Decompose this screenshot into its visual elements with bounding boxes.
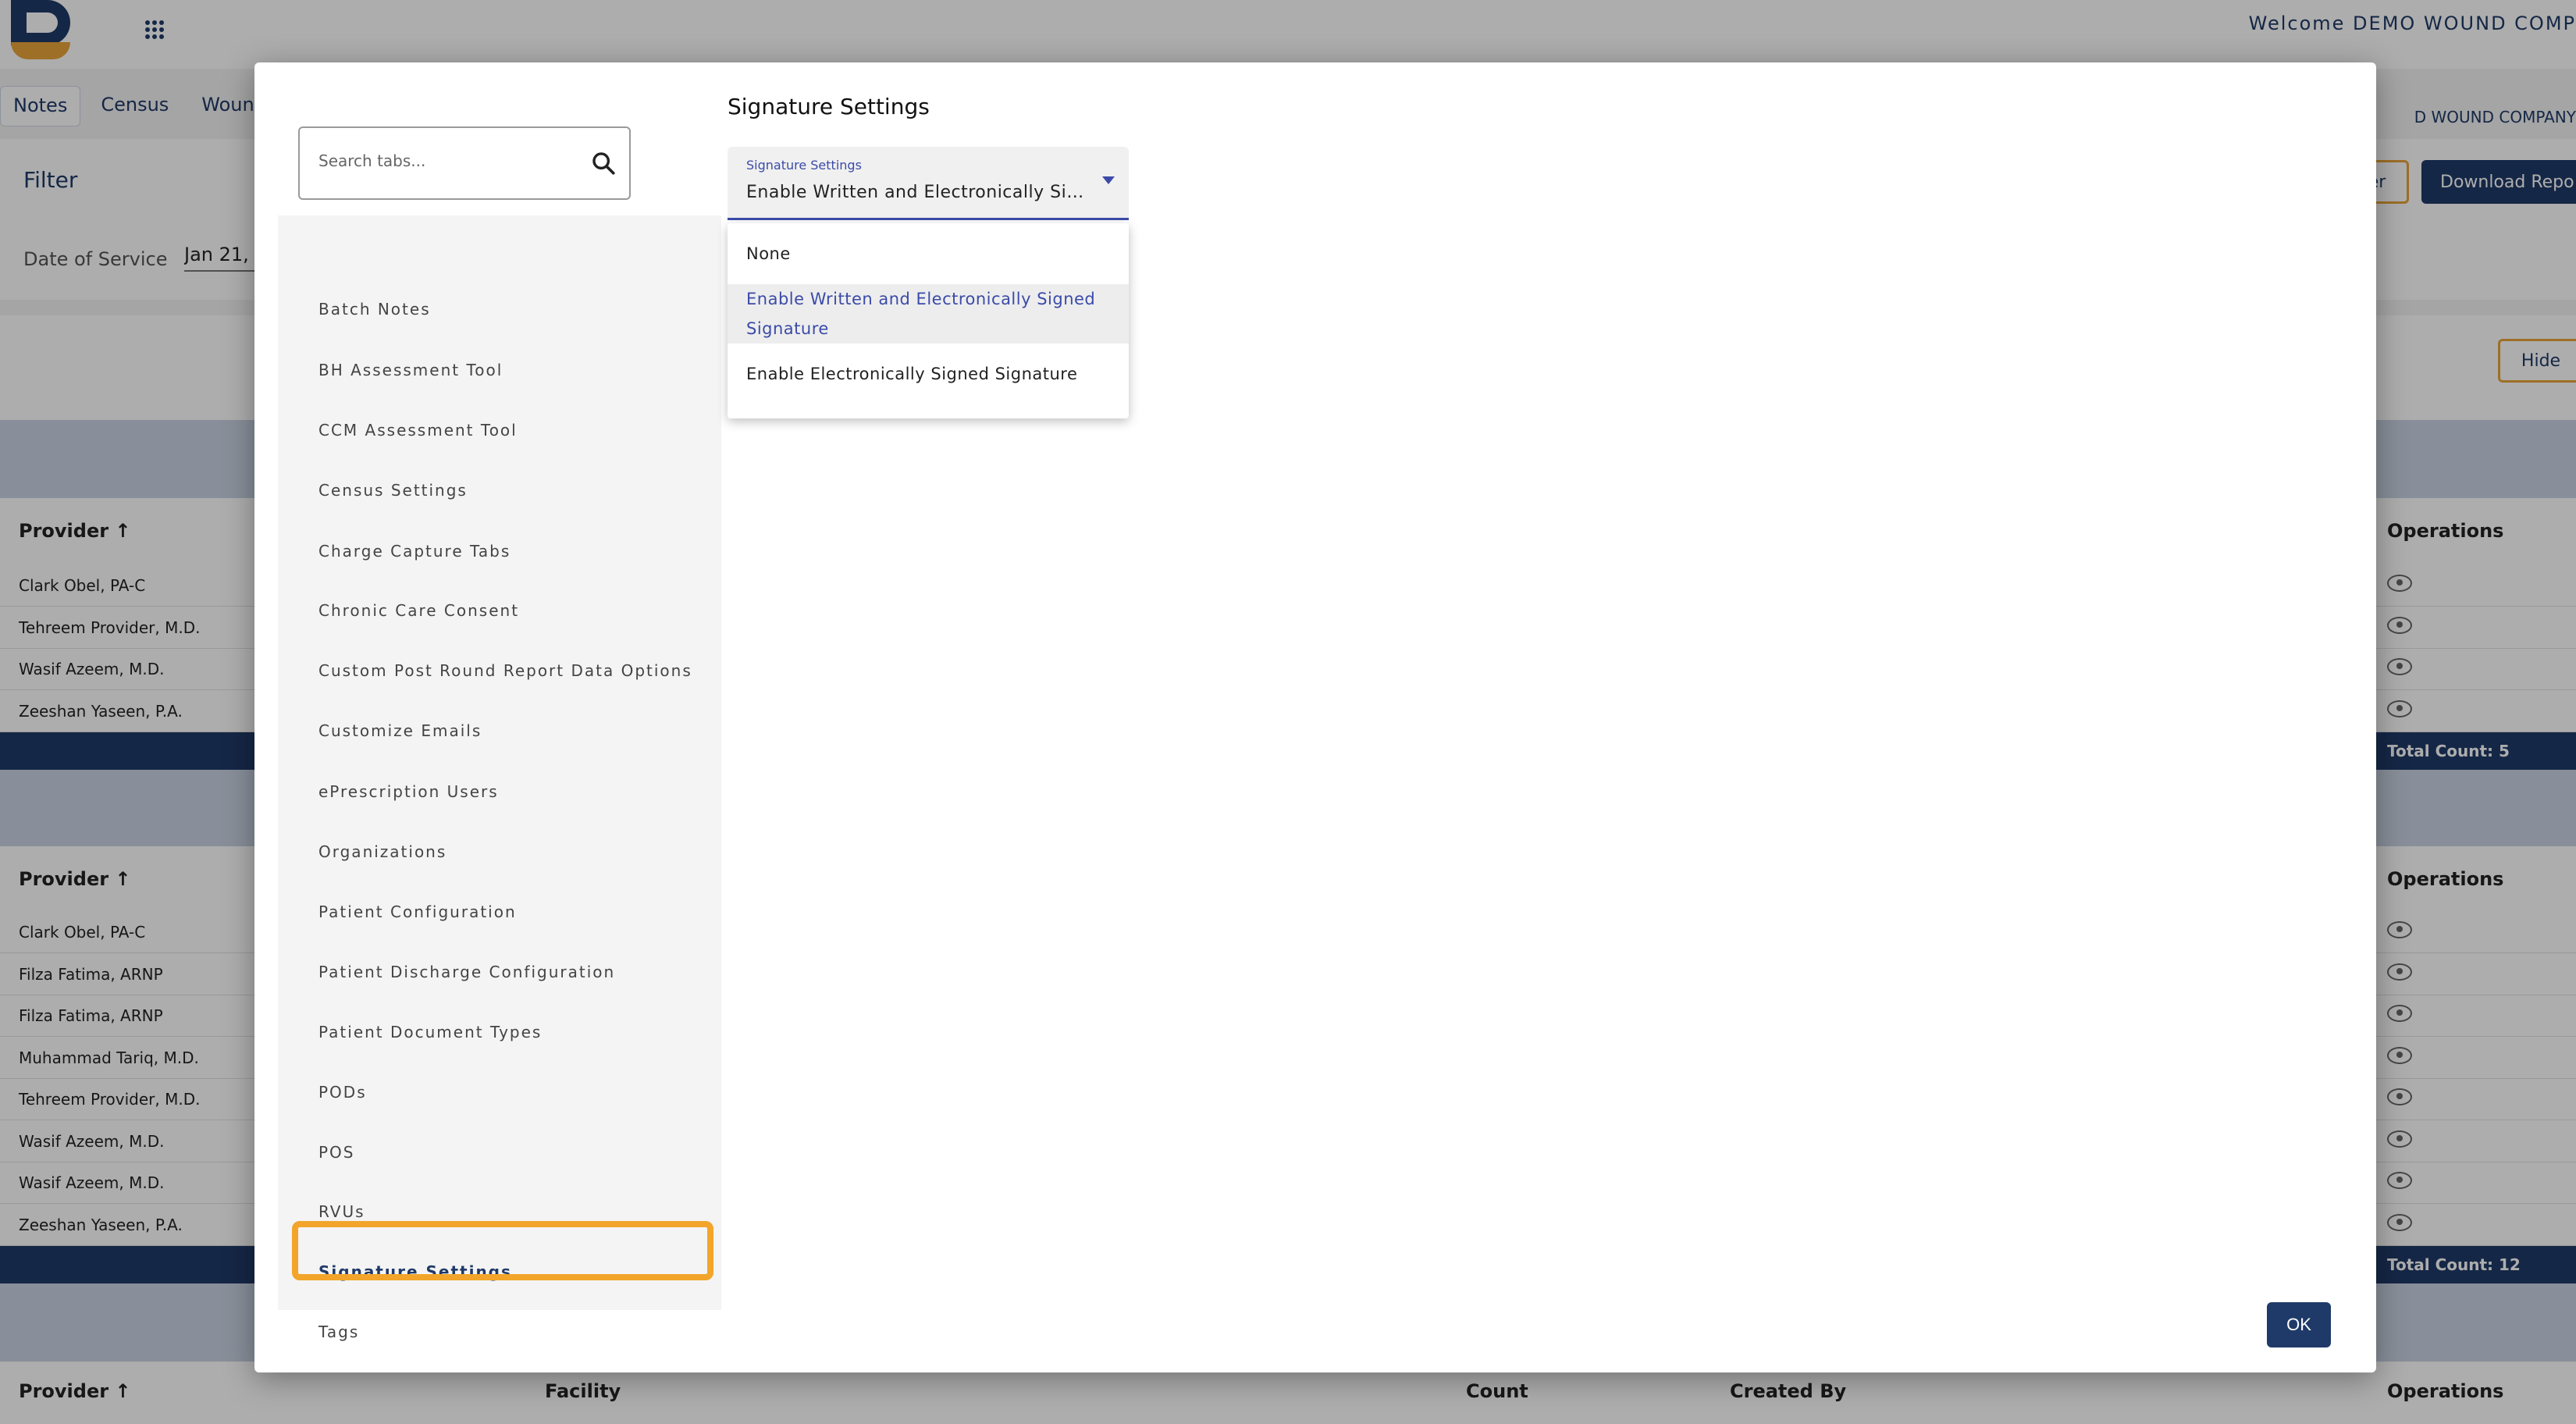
active-tab-highlight — [292, 1221, 713, 1280]
settings-tab-organizations[interactable]: Organizations — [318, 842, 447, 861]
settings-tab-patient-document-types[interactable]: Patient Document Types — [318, 1023, 542, 1041]
settings-tab-batch-notes[interactable]: Batch Notes — [318, 300, 431, 319]
settings-tab-charge-capture-tabs[interactable]: Charge Capture Tabs — [318, 542, 511, 561]
option-line-2: Signature — [746, 319, 829, 338]
select-value: Enable Written and Electronically Signed… — [746, 183, 1090, 202]
settings-tab-pos[interactable]: POS — [318, 1143, 355, 1162]
option-electronic-only[interactable]: Enable Electronically Signed Signature — [728, 359, 1129, 389]
settings-tab-tags[interactable]: Tags — [318, 1323, 359, 1341]
search-box — [298, 126, 631, 200]
option-none[interactable]: None — [728, 239, 1129, 269]
settings-tab-patient-discharge-configuration[interactable]: Patient Discharge Configuration — [318, 963, 615, 981]
select-label: Signature Settings — [746, 158, 862, 173]
settings-modal: Batch Notes BH Assessment Tool CCM Assessm… — [254, 62, 2376, 1372]
settings-tab-custom-post-round-report-data-options[interactable]: Custom Post Round Report Data Options — [318, 661, 692, 680]
option-line-1: Enable Written and Electronically Signed — [746, 290, 1096, 308]
settings-tab-eprescription-users[interactable]: ePrescription Users — [318, 782, 499, 801]
settings-tab-rvus[interactable]: RVUs — [318, 1202, 365, 1221]
select-options-panel: None Enable Written and Electronically S… — [728, 223, 1129, 418]
settings-tab-patient-configuration[interactable]: Patient Configuration — [318, 902, 517, 921]
settings-sidebar: Batch Notes BH Assessment Tool CCM Assessm… — [278, 86, 721, 1341]
search-icon[interactable] — [590, 150, 617, 176]
option-written-and-electronic[interactable]: Enable Written and Electronically Signed… — [728, 284, 1129, 344]
settings-tab-ccm-assessment-tool[interactable]: CCM Assessment Tool — [318, 421, 518, 440]
settings-tab-census-settings[interactable]: Census Settings — [318, 481, 468, 500]
settings-tab-list: Batch Notes BH Assessment Tool CCM Assessm… — [278, 215, 721, 1341]
ok-button[interactable]: OK — [2267, 1302, 2331, 1347]
content-title: Signature Settings — [728, 94, 930, 119]
search-wrapper — [278, 86, 651, 200]
signature-settings-select[interactable]: Signature Settings Enable Written and El… — [728, 147, 1129, 220]
settings-tab-bh-assessment-tool[interactable]: BH Assessment Tool — [318, 361, 503, 379]
settings-tab-pods[interactable]: PODs — [318, 1083, 367, 1102]
settings-tab-customize-emails[interactable]: Customize Emails — [318, 721, 482, 740]
settings-tab-chronic-care-consent[interactable]: Chronic Care Consent — [318, 601, 519, 620]
search-tabs-input[interactable] — [318, 151, 576, 170]
chevron-down-icon[interactable] — [1102, 176, 1115, 184]
